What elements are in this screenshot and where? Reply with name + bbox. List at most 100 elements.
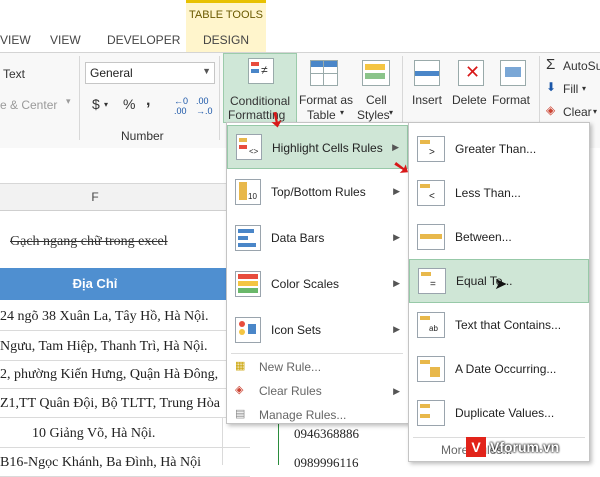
less-than-icon: < [417,180,445,206]
menu-label: New Rule... [259,360,322,374]
menu-item-less-than[interactable]: < Less Than... [409,171,589,215]
currency-button[interactable]: $ [92,96,100,112]
format-as-table-label-1[interactable]: Format as [299,93,353,107]
format-button[interactable]: Format [492,93,530,107]
strike-text-cell[interactable]: Gạch ngang chữ trong excel [10,234,168,250]
table-row[interactable]: 10 Giảng Võ, Hà Nội. [0,423,250,448]
new-rule-icon: ▦ [235,360,246,372]
cell-styles-label-1[interactable]: Cell [366,93,387,107]
table-row[interactable]: Z1,TT Quân Đội, Bộ TLTT, Trung Hòa [0,393,250,418]
menu-item-text-contains[interactable]: ab Text that Contains... [409,303,589,347]
fill-icon: ⬇ [546,80,557,94]
fill-dropdown-icon[interactable]: ▾ [582,84,586,93]
phone-cell[interactable]: 0946368886 [294,426,359,442]
menu-label: A Date Occurring... [455,362,557,376]
wrap-text-button[interactable]: Text [3,67,25,81]
menu-label: Highlight Cells Rules [272,141,383,155]
percent-button[interactable]: % [123,96,135,112]
menu-item-color-scales[interactable]: Color Scales ▶ [227,263,408,307]
column-gridline [222,418,223,465]
autosum-icon: Σ [546,56,556,73]
mouse-cursor-icon: ➤ [494,276,508,293]
menu-item-clear-rules[interactable]: ◈ Clear Rules ▶ [227,379,408,403]
delete-button[interactable]: Delete [452,93,487,107]
insert-button[interactable]: Insert [412,93,442,107]
conditional-formatting-icon: ≠ [248,58,274,84]
format-as-table-icon [310,60,338,86]
menu-item-between[interactable]: Between... [409,215,589,259]
address-cell: Z1,TT Quân Đội, Bộ TLTT, Trung Hòa [0,396,220,411]
merge-dropdown-icon[interactable]: ▾ [66,96,71,107]
group-separator [219,56,220,140]
address-cell: B16-Ngọc Khánh, Ba Đình, Hà Nội [0,455,202,470]
chevron-right-icon: ▶ [393,324,400,334]
menu-item-manage-rules[interactable]: ▤ Manage Rules... [227,403,408,427]
currency-dropdown-icon[interactable]: ▾ [104,100,108,109]
tab-developer[interactable]: DEVELOPER [107,33,180,47]
comma-button[interactable]: , [146,92,150,110]
tab-view-partial[interactable]: VIEW [0,33,31,47]
menu-label: Between... [455,230,512,244]
clear-dropdown-icon[interactable]: ▾ [593,107,597,116]
duplicate-values-icon [417,400,445,426]
menu-item-top-bottom-rules[interactable]: 10 Top/Bottom Rules ▶ [227,171,408,215]
tab-view[interactable]: VIEW [50,33,81,47]
date-occurring-icon [417,356,445,382]
conditional-formatting-menu: <> Highlight Cells Rules ▶ 10 Top/Bottom… [226,122,409,424]
address-cell: 24 ngõ 38 Xuân La, Tây Hồ, Hà Nội. [0,309,209,324]
number-format-value: General [90,66,133,80]
format-as-table-label-2[interactable]: Table [307,108,336,122]
menu-label: Color Scales [271,277,340,291]
tab-bar: VIEW VIEW DEVELOPER TABLE TOOLS DESIGN [0,0,600,52]
delete-icon: ✕ [458,60,484,86]
increase-decimal-icon[interactable]: ←0.00 [174,96,188,116]
table-header-cell[interactable]: Địa Chỉ [0,268,240,300]
menu-item-duplicate-values[interactable]: Duplicate Values... [409,391,589,435]
menu-item-data-bars[interactable]: Data Bars ▶ [227,217,408,261]
chevron-down-icon: ▼ [202,66,211,76]
tab-design[interactable]: DESIGN [186,33,266,47]
chevron-right-icon: ▶ [393,386,400,396]
menu-label: Less Than... [455,186,521,200]
menu-label: Text that Contains... [455,318,562,332]
menu-label: Duplicate Values... [455,406,555,420]
fill-button[interactable]: Fill [563,82,578,96]
number-group-label: Number [121,129,164,143]
chevron-right-icon: ▶ [393,186,400,196]
menu-item-date-occurring[interactable]: A Date Occurring... [409,347,589,391]
menu-item-greater-than[interactable]: > Greater Than... [409,127,589,171]
equal-to-icon: = [418,268,446,294]
table-row[interactable]: Ngưu, Tam Hiệp, Thanh Trì, Hà Nội. [0,336,250,361]
menu-item-equal-to[interactable]: = Equal To... ➤ [409,259,589,303]
autosum-button[interactable]: AutoSu [563,59,600,73]
menu-label: Icon Sets [271,323,322,337]
menu-label: Manage Rules... [259,408,347,422]
between-icon [417,224,445,250]
menu-item-highlight-cells-rules[interactable]: <> Highlight Cells Rules ▶ [227,125,408,169]
format-table-dropdown-icon[interactable]: ▾ [340,108,344,117]
address-cell: 10 Giảng Võ, Hà Nội. [32,426,156,441]
top-bottom-icon: 10 [235,179,261,205]
column-header[interactable]: F [0,183,240,211]
group-separator [79,56,80,140]
merge-center-button[interactable]: e & Center [0,98,57,112]
data-bars-icon [235,225,261,251]
eraser-icon: ◈ [546,103,556,117]
cell-styles-label-2[interactable]: Styles [357,108,390,122]
menu-item-icon-sets[interactable]: Icon Sets ▶ [227,309,408,353]
chevron-right-icon: ▶ [392,142,399,152]
phone-cell[interactable]: 0989996116 [294,455,359,471]
icon-sets-icon [235,317,261,343]
decrease-decimal-icon[interactable]: .00 →.0 [196,96,213,116]
menu-divider [231,353,403,354]
highlight-cells-icon: <> [236,134,262,160]
clear-button[interactable]: Clear [563,105,592,119]
chevron-right-icon: ▶ [393,278,400,288]
conditional-label-1: Conditional [230,94,291,108]
cell-styles-dropdown-icon[interactable]: ▾ [389,108,393,117]
menu-item-new-rule[interactable]: ▦ New Rule... [227,355,408,379]
number-format-select[interactable]: General ▼ [85,62,215,84]
chevron-right-icon: ▶ [393,232,400,242]
table-row[interactable]: 24 ngõ 38 Xuân La, Tây Hồ, Hà Nội. [0,306,250,331]
table-row[interactable]: 2, phường Kiến Hưng, Quận Hà Đông, [0,364,250,389]
